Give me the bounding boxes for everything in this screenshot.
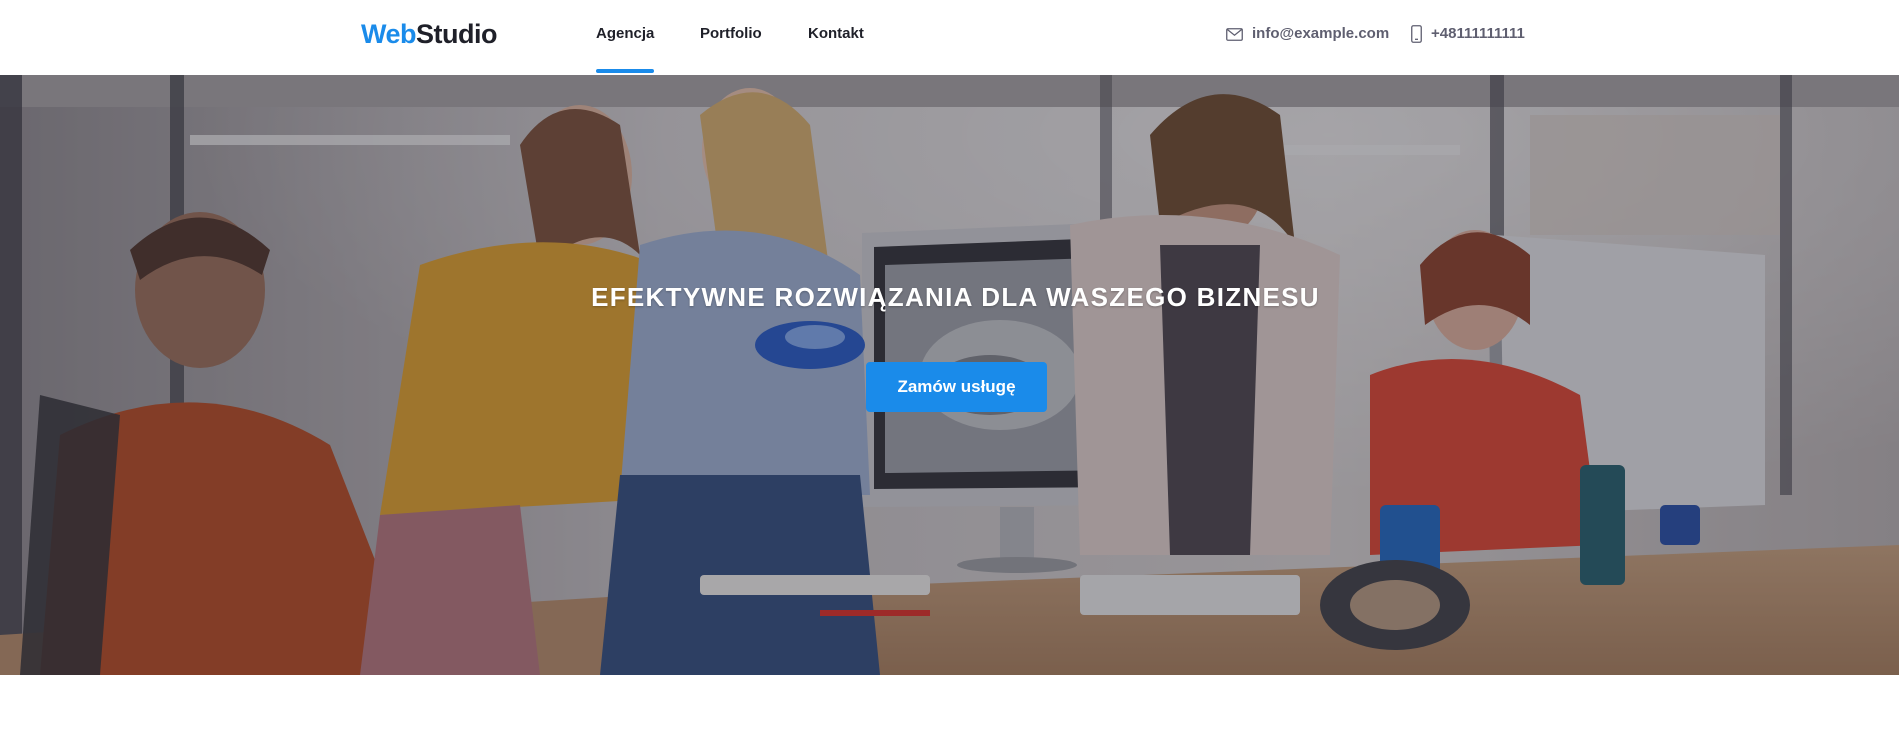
smartphone-icon <box>1411 25 1422 43</box>
contact-phone[interactable]: +48111111111 <box>1411 24 1525 44</box>
envelope-icon <box>1226 27 1243 41</box>
hero-title: EFEKTYWNE ROZWIĄZANIA DLA WASZEGO BIZNES… <box>591 282 1320 312</box>
order-service-button[interactable]: Zamów usługę <box>866 362 1047 412</box>
nav-item-portfolio[interactable]: Portfolio <box>700 24 762 44</box>
hero-section: EFEKTYWNE ROZWIĄZANIA DLA WASZEGO BIZNES… <box>0 75 1899 675</box>
logo-part-studio: Studio <box>416 19 497 49</box>
contact-email-text: info@example.com <box>1252 25 1390 42</box>
contact-phone-text: +48111111111 <box>1431 25 1525 42</box>
contact-email[interactable]: info@example.com <box>1226 24 1389 44</box>
nav-item-agencja[interactable]: Agencja <box>596 24 655 73</box>
nav-item-kontakt[interactable]: Kontakt <box>808 24 864 44</box>
logo-part-web: Web <box>361 19 417 49</box>
site-header: WebStudio Agencja Portfolio Kontakt info… <box>0 0 1899 75</box>
logo[interactable]: WebStudio <box>361 16 497 52</box>
